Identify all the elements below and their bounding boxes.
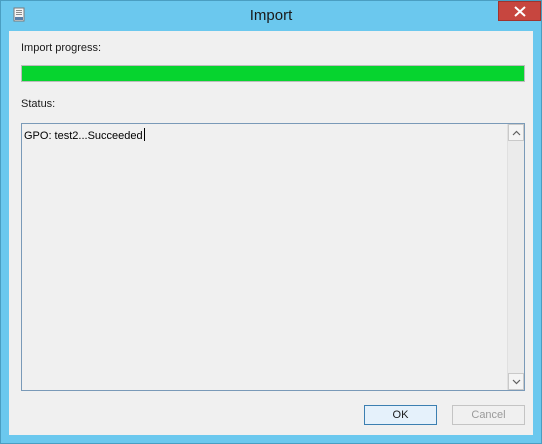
- import-progress-label: Import progress:: [21, 42, 102, 54]
- close-icon: [514, 6, 526, 17]
- status-label: Status:: [21, 98, 56, 110]
- progress-fill: [22, 66, 524, 81]
- scroll-up-button[interactable]: [508, 124, 524, 141]
- cancel-button[interactable]: Cancel: [452, 405, 525, 425]
- title-bar[interactable]: Import: [1, 1, 541, 31]
- chevron-down-icon: [512, 379, 521, 385]
- ok-button[interactable]: OK: [364, 405, 437, 425]
- chevron-up-icon: [512, 130, 521, 136]
- import-dialog: Import Import progress: Status: GPO: tes…: [0, 0, 542, 444]
- vertical-scrollbar[interactable]: [507, 124, 524, 390]
- status-textbox[interactable]: GPO: test2...Succeeded: [21, 123, 525, 391]
- close-button[interactable]: [498, 1, 541, 21]
- import-progress-bar: [21, 65, 525, 82]
- status-text: GPO: test2...Succeeded: [24, 128, 145, 142]
- window-title: Import: [249, 7, 293, 24]
- text-caret: [143, 128, 145, 141]
- dialog-body: Import progress: Status: GPO: test2...Su…: [9, 31, 533, 435]
- status-line: GPO: test2...Succeeded: [24, 130, 143, 142]
- scroll-down-button[interactable]: [508, 373, 524, 390]
